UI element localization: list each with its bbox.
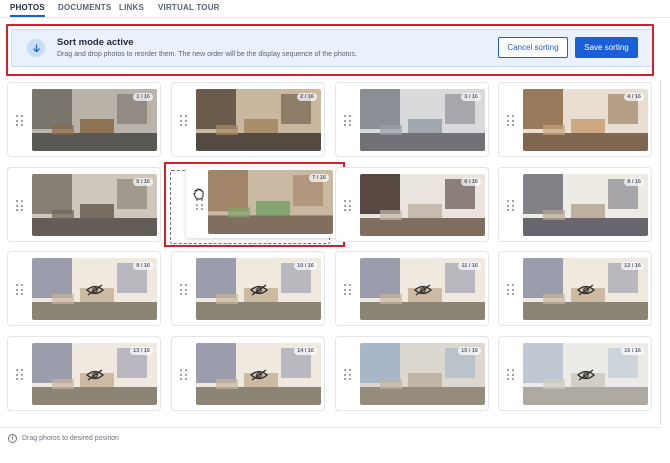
tab-virtual-tour[interactable]: VIRTUAL TOUR: [158, 3, 220, 12]
photo-index-badge: 14 / 16: [294, 347, 317, 355]
drag-handle-icon[interactable]: [16, 200, 24, 211]
save-sorting-button[interactable]: Save sorting: [575, 37, 638, 58]
drag-handle-icon[interactable]: [344, 200, 352, 211]
photo-thumbnail: 9 / 16: [32, 258, 157, 320]
hidden-eye-off-icon: [85, 283, 104, 296]
arrow-down-icon: [27, 39, 45, 57]
info-icon: i: [8, 434, 17, 443]
hidden-eye-off-icon: [413, 283, 432, 296]
photo-thumbnail: 15 / 16: [360, 343, 485, 405]
photo-index-badge: 11 / 16: [458, 262, 481, 270]
photo-thumbnail: 10 / 16: [196, 258, 321, 320]
photo-index-badge: 1 / 16: [133, 93, 153, 101]
photo-card[interactable]: 3 / 16: [335, 82, 489, 157]
hidden-eye-off-icon: [576, 283, 595, 296]
photo-index-badge: 13 / 16: [130, 347, 153, 355]
drag-handle-icon[interactable]: [16, 369, 24, 380]
hidden-eye-off-icon: [249, 283, 268, 296]
photo-card[interactable]: 6 / 16: [335, 167, 489, 242]
photo-index-badge: 2 / 16: [297, 93, 317, 101]
photo-thumbnail: 7 / 16: [208, 170, 333, 234]
photo-card[interactable]: 11 / 16: [335, 251, 489, 326]
photo-thumbnail: 12 / 16: [523, 258, 648, 320]
scrollbar[interactable]: [660, 80, 661, 425]
photo-thumbnail: 4 / 16: [523, 89, 648, 151]
drag-handle-icon[interactable]: [16, 115, 24, 126]
drag-handle-icon[interactable]: [344, 115, 352, 126]
drag-handle-icon[interactable]: [16, 284, 24, 295]
photo-index-badge: 10 / 16: [294, 262, 317, 270]
drag-handle-icon[interactable]: [180, 284, 188, 295]
photo-thumbnail: 6 / 16: [360, 174, 485, 236]
photo-card[interactable]: 15 / 16: [335, 336, 489, 411]
photo-index-badge: 5 / 16: [133, 178, 153, 186]
sort-mode-banner: Sort mode active Drag and drop photos to…: [11, 29, 654, 67]
drag-handle-icon[interactable]: [180, 115, 188, 126]
grab-cursor-icon: [192, 187, 206, 201]
photo-card[interactable]: 12 / 16: [498, 251, 652, 326]
tab-links[interactable]: LINKS: [119, 3, 144, 12]
photo-card[interactable]: 8 / 16: [498, 167, 652, 242]
drag-handle-icon[interactable]: [507, 284, 515, 295]
drag-handle-icon[interactable]: [507, 115, 515, 126]
drag-handle-icon[interactable]: [507, 369, 515, 380]
drag-handle-icon[interactable]: [507, 200, 515, 211]
photo-card[interactable]: 14 / 16: [171, 336, 325, 411]
footer-text: Drag photos to desired position: [22, 435, 119, 442]
photo-index-badge: 9 / 16: [133, 262, 153, 270]
photo-card[interactable]: 2 / 16: [171, 82, 325, 157]
photo-thumbnail: 1 / 16: [32, 89, 157, 151]
photo-index-badge: 3 / 16: [461, 93, 481, 101]
photo-thumbnail: 11 / 16: [360, 258, 485, 320]
photo-card[interactable]: 10 / 16: [171, 251, 325, 326]
photo-thumbnail: 14 / 16: [196, 343, 321, 405]
dragged-photo-card[interactable]: 7 / 16: [186, 167, 339, 238]
photo-index-badge: 7 / 16: [309, 174, 329, 182]
photo-card[interactable]: 5 / 16: [7, 167, 161, 242]
hidden-eye-off-icon: [249, 368, 268, 381]
photo-card[interactable]: 13 / 16: [7, 336, 161, 411]
hidden-eye-off-icon: [576, 368, 595, 381]
photo-index-badge: 12 / 16: [621, 262, 644, 270]
photo-thumbnail: 2 / 16: [196, 89, 321, 151]
photo-card[interactable]: 1 / 16: [7, 82, 161, 157]
photo-index-badge: 4 / 16: [624, 93, 644, 101]
photo-thumbnail: 13 / 16: [32, 343, 157, 405]
photo-thumbnail: 5 / 16: [32, 174, 157, 236]
photo-thumbnail: 8 / 16: [523, 174, 648, 236]
photo-index-badge: 15 / 16: [458, 347, 481, 355]
tab-documents[interactable]: DOCUMENTS: [58, 3, 111, 12]
photo-card[interactable]: 16 / 16: [498, 336, 652, 411]
banner-title: Sort mode active: [57, 37, 134, 48]
photo-card[interactable]: 9 / 16: [7, 251, 161, 326]
photo-thumbnail: 3 / 16: [360, 89, 485, 151]
photo-index-badge: 16 / 16: [621, 347, 644, 355]
photo-index-badge: 6 / 16: [461, 178, 481, 186]
divider: [0, 427, 660, 428]
hidden-eye-off-icon: [85, 368, 104, 381]
drag-handle-icon[interactable]: [344, 284, 352, 295]
tab-photos[interactable]: PHOTOS: [10, 3, 45, 17]
photo-index-badge: 8 / 16: [624, 178, 644, 186]
banner-description: Drag and drop photos to reorder them. Th…: [57, 51, 357, 58]
photo-card[interactable]: 4 / 16: [498, 82, 652, 157]
drag-handle-icon[interactable]: [180, 369, 188, 380]
drag-handle-icon[interactable]: [344, 369, 352, 380]
footer-hint: i Drag photos to desired position: [8, 434, 119, 443]
photo-thumbnail: 16 / 16: [523, 343, 648, 405]
tab-bar: PHOTOS DOCUMENTS LINKS VIRTUAL TOUR: [0, 0, 670, 18]
cancel-sorting-button[interactable]: Cancel sorting: [498, 37, 568, 58]
